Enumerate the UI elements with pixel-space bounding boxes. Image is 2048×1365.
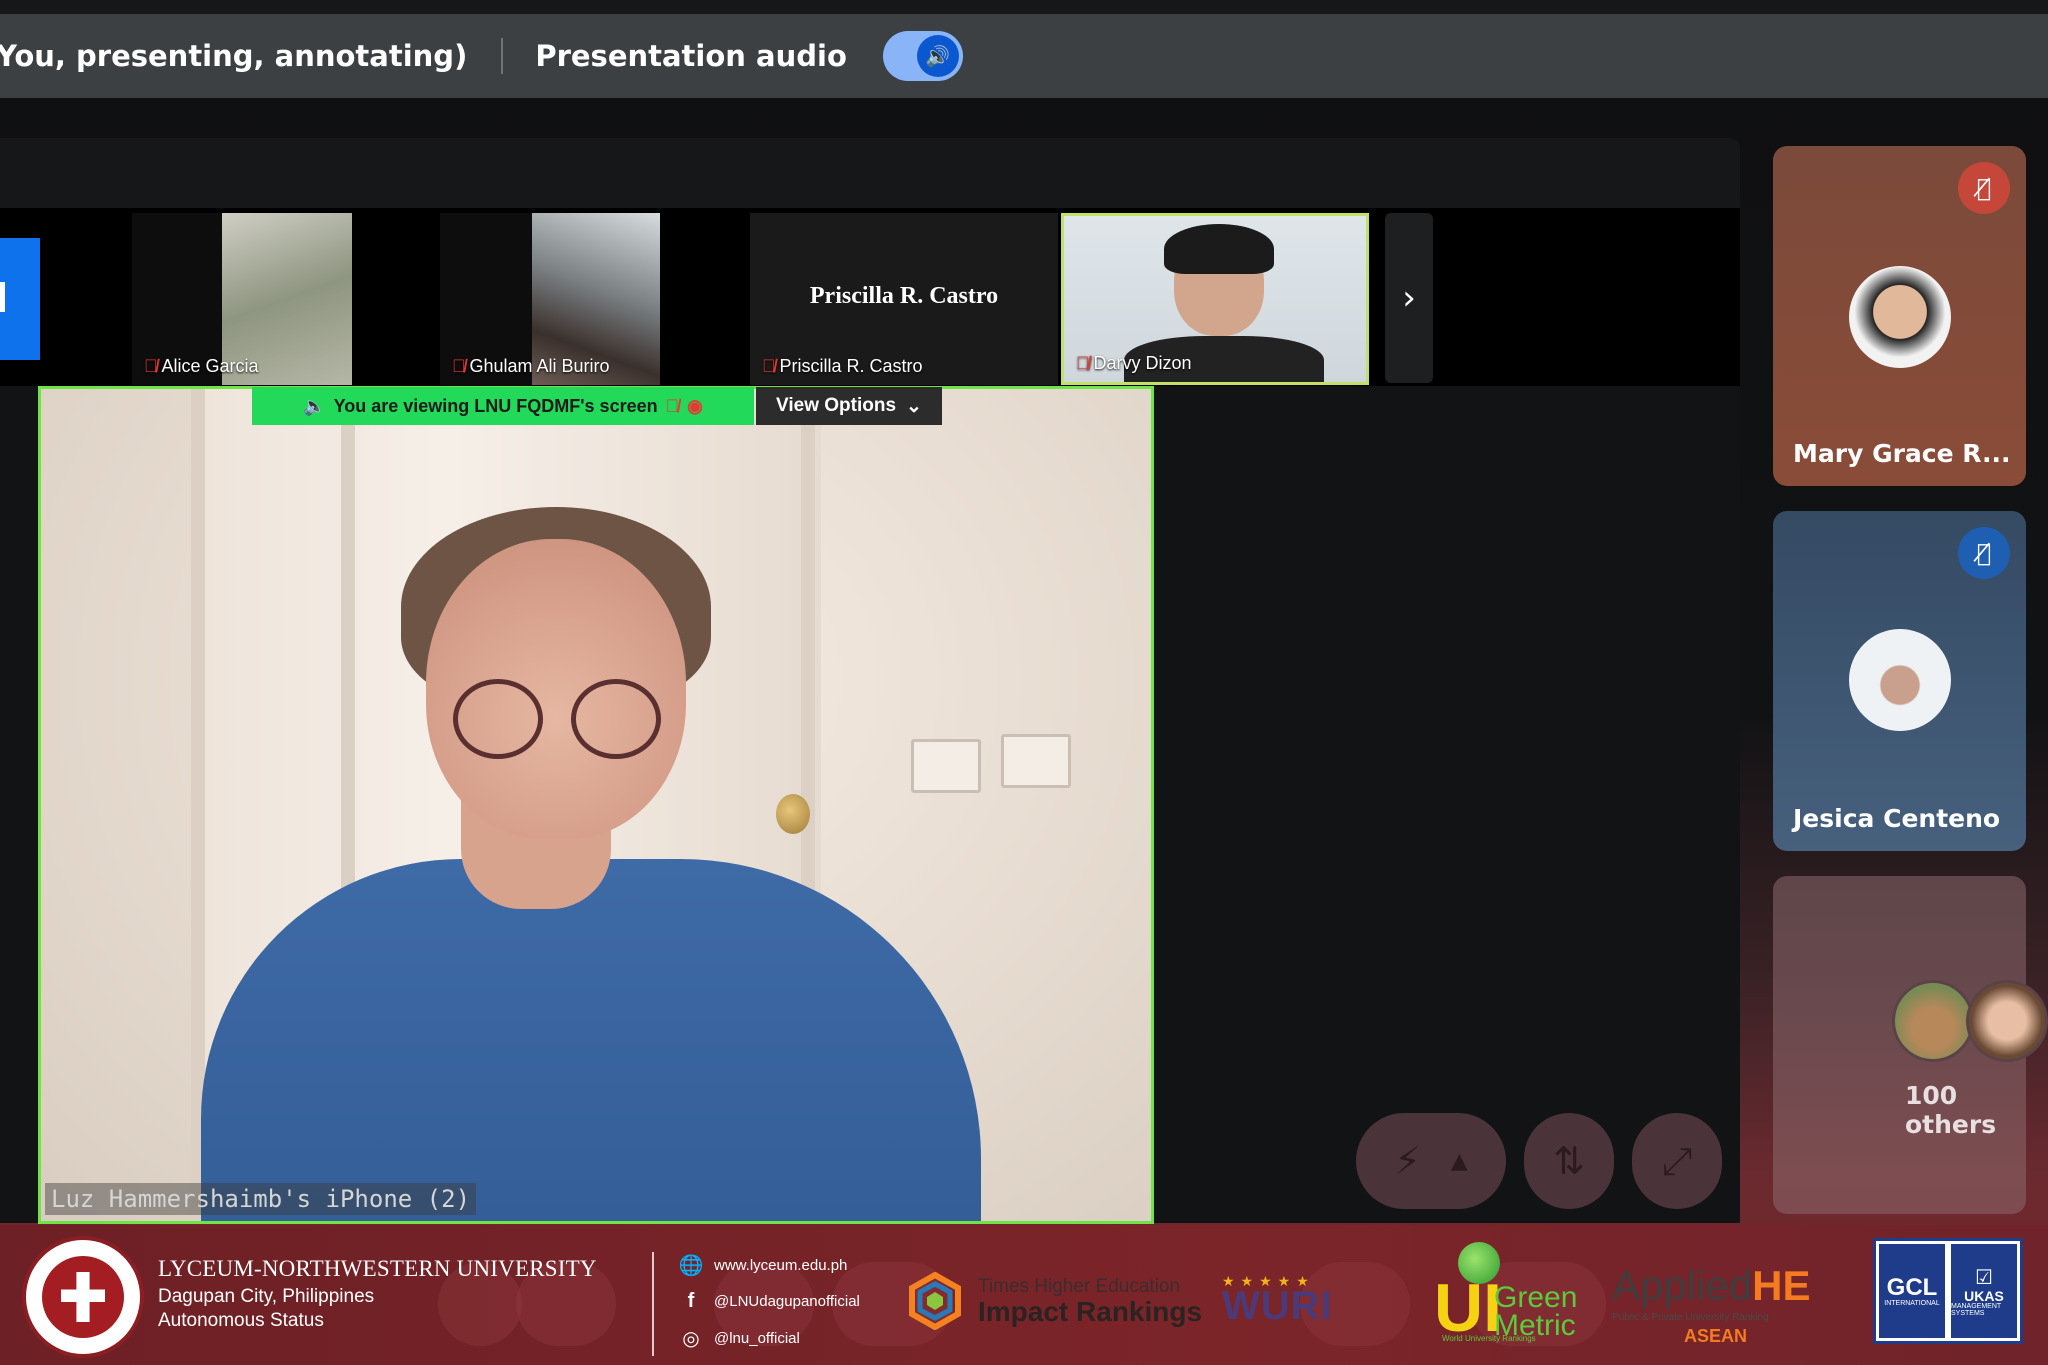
tile-name: 🎙̸ Ghulam Ali Buriro — [452, 356, 610, 376]
mic-off-icon: 🎙̸ — [762, 356, 776, 376]
mic-off-icon: 🎙̸ — [1958, 527, 2010, 579]
the-impact-rankings-logo — [909, 1272, 961, 1330]
fullscreen-button[interactable]: ⤢ — [1632, 1113, 1722, 1209]
speaker-face — [426, 539, 686, 839]
impact-rankings-label: Impact Rankings — [978, 1296, 1203, 1327]
instagram-icon: ◎ — [682, 1327, 700, 1350]
mic-off-icon: 🎙̸ — [665, 395, 680, 416]
view-options-button[interactable]: View Options ⌄ — [756, 387, 942, 425]
expand-icon: ⤢ — [1661, 1138, 1693, 1183]
video-tile-alice-garcia[interactable]: 🎙̸ Alice Garcia — [132, 213, 352, 385]
instagram-link: ◎ @lnu_official — [678, 1325, 800, 1351]
hair — [1164, 224, 1274, 274]
globe-icon: 🌐 — [678, 1254, 704, 1277]
tile-name: 🎙̸ Alice Garcia — [144, 356, 259, 376]
participant-name: Mary Grace R... — [1793, 439, 2011, 468]
mic-off-icon: 🎙̸ — [1076, 353, 1090, 373]
the-label: Times Higher Education — [978, 1276, 1181, 1297]
avatar — [1892, 980, 1974, 1062]
speaker-body — [201, 859, 981, 1221]
next-page-chevron-icon[interactable]: › — [1385, 213, 1433, 383]
applied-he-logo: AppliedHE — [1612, 1262, 1811, 1309]
main-video-name: Luz Hammershaimb's iPhone (2) — [45, 1183, 477, 1215]
university-name: LYCEUM-NORTHWESTERN UNIVERSITY — [158, 1256, 597, 1281]
ui-green-metric-logo: UI — [1434, 1270, 1502, 1346]
avatar — [1849, 266, 1951, 368]
window-top-band — [0, 0, 2048, 14]
viewing-screen-banner: 🔈 You are viewing LNU FQDMF's screen 🎙̸ … — [252, 387, 754, 425]
participant-name: Jesica Centeno — [1793, 804, 2001, 833]
zoom-share-indicator[interactable] — [0, 238, 40, 360]
facebook-link: f @LNUdagupanofficial — [678, 1288, 860, 1314]
iso-certification-logo: GCL INTERNATIONAL ☑ UKAS MANAGEMENT SYST… — [1873, 1238, 2023, 1344]
avatar — [1849, 629, 1951, 731]
wuri-logo: WURI — [1222, 1284, 1333, 1328]
tile-display-name: Priscilla R. Castro — [809, 283, 999, 309]
reactions-button[interactable]: ⚡ ▲ — [1356, 1113, 1506, 1209]
participant-tile-mary-grace[interactable]: 🎙̸ Mary Grace R... — [1773, 146, 2026, 486]
ui-green-metric-sub: World University Rankings — [1442, 1334, 1536, 1343]
presenter-status: You, presenting, annotating) — [0, 39, 468, 73]
reaction-icon: ⚡ — [1394, 1139, 1421, 1183]
tile-name: 🎙̸ Priscilla R. Castro — [762, 356, 923, 376]
meet-presentation-bar: You, presenting, annotating) Presentatio… — [0, 14, 2048, 98]
zoom-top-bar — [0, 138, 1740, 208]
facebook-icon: f — [687, 1289, 695, 1312]
chevron-up-icon: ▲ — [1450, 1148, 1468, 1174]
asean-label: ASEAN — [1684, 1326, 1748, 1346]
swap-layout-button[interactable]: ⇅ — [1524, 1113, 1614, 1209]
website-link: 🌐 www.lyceum.edu.ph — [678, 1252, 848, 1278]
presentation-audio-label: Presentation audio — [535, 39, 847, 73]
green-metric-text: Green Metric — [1494, 1281, 1578, 1342]
main-video-feed[interactable]: Luz Hammershaimb's iPhone (2) — [38, 386, 1154, 1224]
swap-arrows-icon: ⇅ — [1553, 1139, 1585, 1183]
check-icon: ☑ — [1975, 1265, 1993, 1289]
bar-divider — [501, 38, 504, 74]
footer-divider — [652, 1252, 654, 1356]
university-seal-logo — [22, 1236, 144, 1358]
applied-he-sub: Public & Private University Ranking — [1612, 1312, 1769, 1323]
speaker-icon: 🔊 — [916, 35, 959, 77]
participant-tile-jesica-centeno[interactable]: 🎙̸ Jesica Centeno — [1773, 511, 2026, 851]
certification-numbers: ISO 9001 5965 — [1895, 1330, 2001, 1340]
video-tile-ghulam-ali-buriro[interactable]: 🎙̸ Ghulam Ali Buriro — [440, 213, 660, 385]
chevron-down-icon: ⌄ — [906, 395, 922, 417]
university-status: Autonomous Status — [158, 1310, 324, 1331]
record-icon: ◉ — [687, 395, 703, 416]
video-tile-priscilla-castro[interactable]: Priscilla R. Castro 🎙̸ Priscilla R. Cast… — [750, 213, 1058, 385]
video-tile-darvy-dizon[interactable]: 🎙̸ Darvy Dizon — [1061, 213, 1369, 385]
door-knob — [776, 794, 810, 834]
avatar — [1966, 980, 2048, 1062]
glasses-right — [571, 679, 661, 759]
light-switch — [1001, 734, 1071, 788]
others-count: 100 others — [1905, 1081, 1997, 1139]
presentation-audio-toggle[interactable]: 🔊 — [882, 31, 963, 81]
mic-off-icon: 🎙̸ — [452, 356, 466, 376]
speaker-icon: 🔈 — [303, 395, 326, 416]
light-switch — [911, 739, 981, 793]
tile-name: 🎙̸ Darvy Dizon — [1076, 353, 1192, 373]
mic-off-icon: 🎙̸ — [1958, 162, 2010, 214]
glasses-left — [453, 679, 543, 759]
mic-off-icon: 🎙̸ — [144, 356, 158, 376]
university-location: Dagupan City, Philippines — [158, 1286, 375, 1307]
